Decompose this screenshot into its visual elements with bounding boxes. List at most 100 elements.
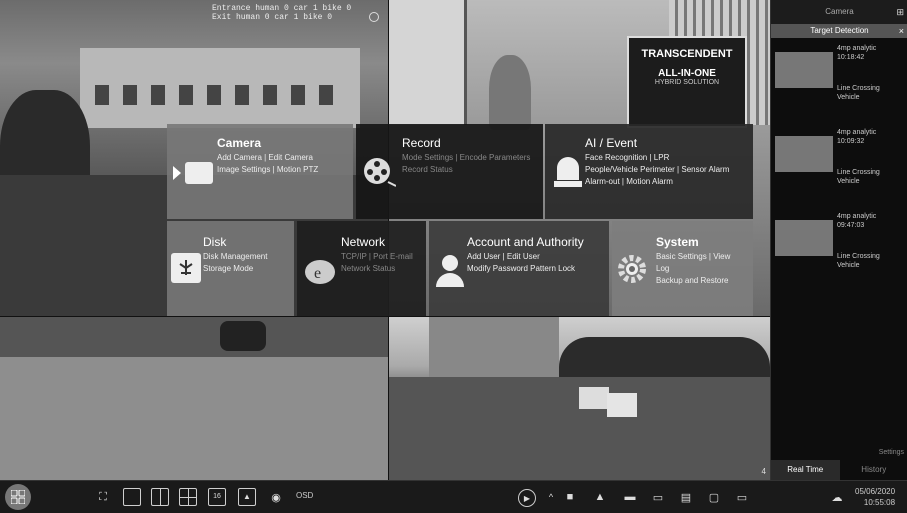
event-item[interactable]: 4mp analytic09:47:03 Line CrossingVehicl… [775,212,903,290]
film-reel-icon [362,156,396,190]
event-target: Vehicle [837,261,880,270]
chevron-up-icon[interactable]: ^ [541,487,561,507]
event-type: Line Crossing [837,168,880,177]
layout-1-icon[interactable] [123,488,141,506]
event-item[interactable]: 4mp analytic10:18:42 Line CrossingVehicl… [775,44,903,122]
event-thumbnail [775,220,833,256]
disk-icon [171,253,201,283]
record-links-1[interactable]: Mode Settings | Encode Parameters [402,152,535,164]
event-camera: 4mp analytic [837,212,876,221]
grid-menu-icon [11,490,25,504]
bottom-toolbar: ⛶ 16 ▲ ◉ OSD ▶ ^ ■ ▲ ▬ ▭ ▤ ▢ ▭ ☁ 05/06/2… [0,480,907,513]
fullscreen-icon[interactable]: ⛶ [93,487,113,507]
svg-text:e: e [314,265,321,282]
network-status-icon[interactable]: ▢ [704,487,724,507]
record-links-2[interactable]: Record Status [402,164,535,176]
tab-history[interactable]: History [840,460,907,480]
event-time: 09:47:03 [837,221,876,230]
camera-feed-4[interactable]: 4 [389,317,770,480]
glass-door [389,0,467,125]
menu-title-ai-event: AI / Event [585,136,745,150]
monitor-icon[interactable]: ▭ [732,487,752,507]
alarm-icon[interactable]: ▭ [648,487,668,507]
event-target: Vehicle [837,177,880,186]
menu-title-disk: Disk [203,235,286,249]
clock: 05/06/2020 10:55:08 [855,486,895,508]
analytics-counter: Entrance human 0 car 1 bike 0 Exit human… [212,4,351,22]
menu-tile-network[interactable]: e Network TCP/IP | Port E-mail Network S… [297,221,426,316]
system-links-2[interactable]: Backup and Restore [656,275,745,287]
tab-real-time[interactable]: Real Time [771,460,840,480]
menu-title-account: Account and Authority [467,235,601,249]
system-links-1[interactable]: Basic Settings | View Log [656,251,745,275]
start-menu-button[interactable] [5,484,31,510]
event-camera: 4mp analytic [837,44,876,53]
sequence-icon[interactable]: ▲ [238,488,256,506]
event-type: Line Crossing [837,252,880,261]
ai-links-3[interactable]: Alarm-out | Motion Alarm [585,176,745,188]
office-building-windows [95,85,345,105]
snapshot-icon[interactable]: ▲ [590,487,610,507]
target-detection-panel: Camera ⊞ Target Detection × 4mp analytic… [770,0,907,480]
event-thumbnail [775,136,833,172]
cloud-icon[interactable]: ☁ [826,486,848,508]
camera-feed-3[interactable] [0,317,388,480]
eye-icon[interactable]: ◉ [266,487,286,507]
display-switch-icon[interactable]: ▬ [620,487,640,507]
panel-subtitle: Target Detection [810,26,868,35]
ai-links-1[interactable]: Face Recognition | LPR [585,152,745,164]
menu-tile-camera[interactable]: Camera Add Camera | Edit Camera Image Se… [167,124,353,219]
user-icon [435,253,465,287]
person [489,55,531,130]
menu-title-record: Record [402,136,535,150]
menu-title-camera: Camera [217,136,345,150]
camera-links-2[interactable]: Image Settings | Motion PTZ [217,164,345,176]
disk-status-icon[interactable]: ▤ [676,487,696,507]
panel-header: Camera ⊞ [771,0,907,24]
date-text: 05/06/2020 [855,486,895,497]
record-camera-icon[interactable]: ■ [560,487,580,507]
gear-icon [616,253,648,285]
menu-tile-system[interactable]: System Basic Settings | View Log Backup … [612,221,753,316]
layout-16-icon[interactable]: 16 [208,488,226,506]
ai-links-2[interactable]: People/Vehicle Perimeter | Sensor Alarm [585,164,745,176]
warehouse [429,317,559,377]
layout-16-label: 16 [213,493,221,500]
account-links-1[interactable]: Add User | Edit User [467,251,601,263]
menu-tile-record[interactable]: Record Mode Settings | Encode Parameters… [356,124,543,219]
parked-car [220,321,266,351]
menu-tile-ai-event[interactable]: AI / Event Face Recognition | LPR People… [545,124,753,219]
disk-links-1[interactable]: Disk Management [203,251,286,263]
time-text: 10:55:08 [855,497,895,508]
panel-subheader: Target Detection × [771,24,907,38]
layout-4-icon[interactable] [179,488,197,506]
event-type: Line Crossing [837,84,880,93]
event-time: 10:09:32 [837,137,876,146]
network-links-1[interactable]: TCP/IP | Port E-mail [341,251,418,263]
event-item[interactable]: 4mp analytic10:09:32 Line CrossingVehicl… [775,128,903,206]
network-links-2[interactable]: Network Status [341,263,418,275]
parking-lot [0,357,388,480]
event-thumbnail [775,52,833,88]
status-dot-icon [369,12,379,22]
playback-icon[interactable]: ▶ [518,489,536,507]
truck [607,393,637,417]
event-time: 10:18:42 [837,53,876,62]
menu-tile-disk[interactable]: Disk Disk Management Storage Mode [167,221,294,316]
truck [579,387,609,409]
event-camera: 4mp analytic [837,128,876,137]
pin-icon[interactable]: ⊞ [896,0,904,24]
panel-title: Camera [825,7,853,16]
main-menu: Camera Add Camera | Edit Camera Image Se… [167,124,753,316]
disk-links-2[interactable]: Storage Mode [203,263,286,275]
camera-links-1[interactable]: Add Camera | Edit Camera [217,152,345,164]
feed-number: 4 [762,467,766,476]
account-links-2[interactable]: Modify Password Pattern Lock [467,263,601,275]
settings-link[interactable]: Settings [879,449,904,456]
layout-2-icon[interactable] [151,488,169,506]
event-target: Vehicle [837,93,880,102]
osd-button[interactable]: OSD [296,491,313,500]
close-icon[interactable]: × [899,24,904,38]
promo-sign: TRANSCENDENT ALL-IN-ONE HYBRID SOLUTION [627,36,747,128]
menu-tile-account[interactable]: Account and Authority Add User | Edit Us… [429,221,609,316]
